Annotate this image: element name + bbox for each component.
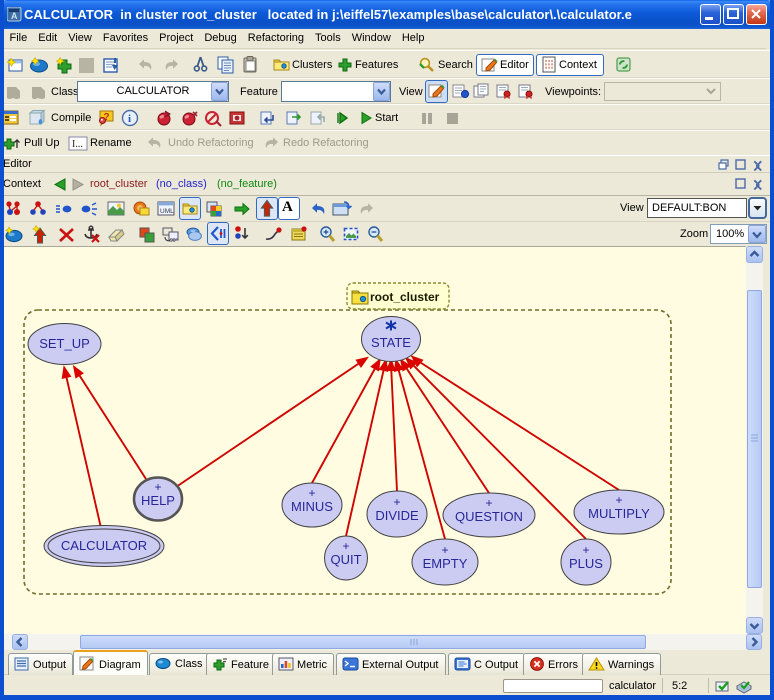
svg-text:+: +	[582, 543, 589, 557]
svg-text:+: +	[154, 480, 161, 494]
svg-text:HELP: HELP	[141, 493, 175, 508]
svg-text:QUIT: QUIT	[330, 552, 361, 567]
svg-text:MINUS: MINUS	[291, 499, 333, 514]
svg-text:+: +	[441, 543, 448, 557]
svg-text:A: A	[11, 11, 18, 21]
svg-text:STATE: STATE	[371, 335, 411, 350]
svg-text:EMPTY: EMPTY	[423, 556, 468, 571]
svg-text:UML: UML	[160, 208, 174, 215]
svg-text:+: +	[342, 539, 349, 553]
svg-text:I...: I...	[72, 139, 83, 150]
svg-text:DIVIDE: DIVIDE	[375, 508, 419, 523]
svg-text:+: +	[393, 495, 400, 509]
svg-text:i: i	[128, 113, 131, 125]
svg-text:MULTIPLY: MULTIPLY	[588, 506, 650, 521]
svg-text:QUESTION: QUESTION	[455, 509, 523, 524]
svg-text:+: +	[485, 496, 492, 510]
svg-text:90°: 90°	[170, 238, 178, 243]
svg-text:CALCULATOR: CALCULATOR	[61, 538, 147, 553]
svg-text:+: +	[308, 486, 315, 500]
svg-text:PLUS: PLUS	[569, 556, 603, 571]
svg-text:+: +	[615, 493, 622, 507]
svg-text:root_cluster: root_cluster	[370, 290, 440, 304]
svg-text:SET_UP: SET_UP	[39, 336, 90, 351]
